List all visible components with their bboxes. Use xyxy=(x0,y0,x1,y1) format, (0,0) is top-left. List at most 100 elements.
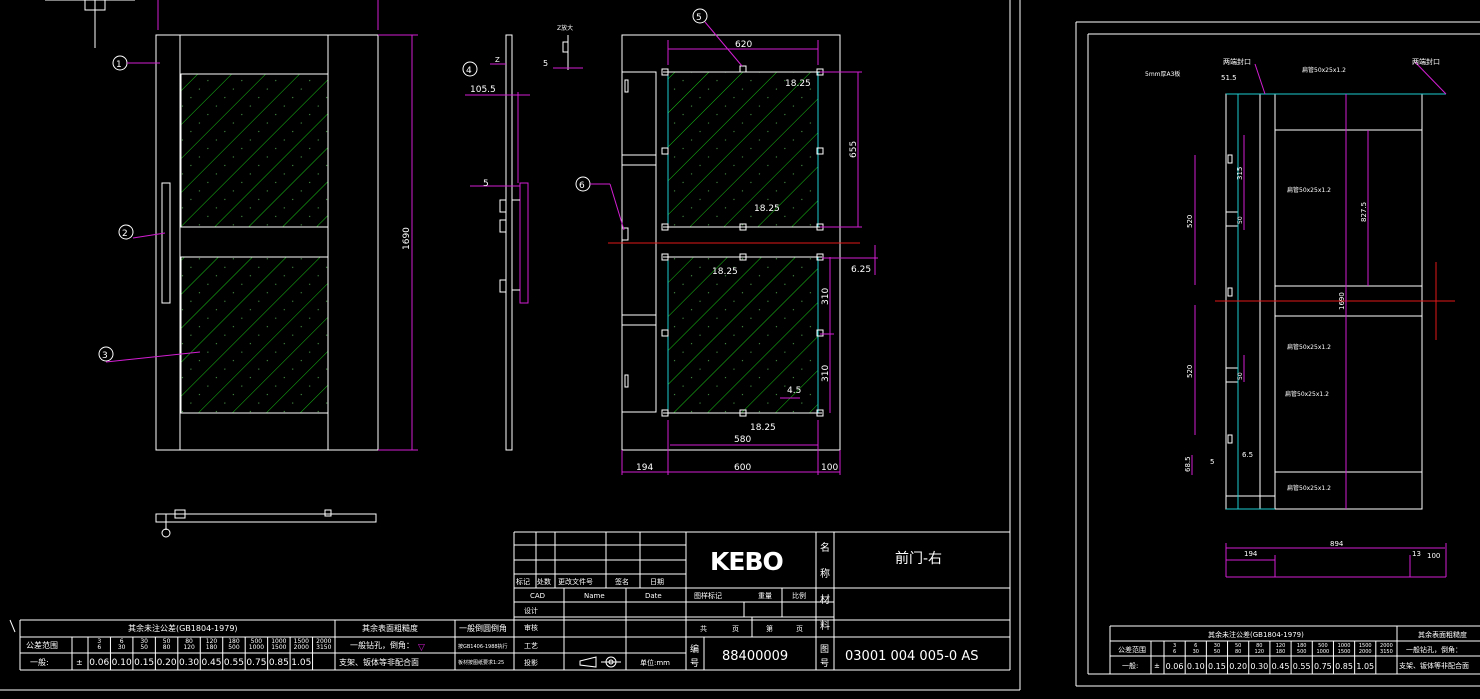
dim-620: 620 xyxy=(735,40,752,50)
tol-range-cell: 6 xyxy=(1173,649,1176,655)
tol-range-cell: 1000 xyxy=(249,644,264,651)
tol-value-cell: 0.45 xyxy=(201,658,221,668)
tb-code-label-2: 号 xyxy=(690,658,699,669)
right-drill-note: 一般钻孔，倒角： xyxy=(1406,645,1462,654)
right-dim-50-a: 50 xyxy=(1237,216,1244,224)
tol-range-cell: 30 xyxy=(1193,649,1199,655)
dim-580: 580 xyxy=(734,435,751,445)
dim-18-25-c: 18.25 xyxy=(712,267,738,277)
role-2: 工艺 xyxy=(524,642,538,650)
right-tube-label-2: 扁管50x25x1.2 xyxy=(1287,343,1331,351)
rev-header-0: 标记 xyxy=(516,577,530,586)
support-note: 支架、钣体等非配合面 xyxy=(339,657,419,667)
right-tube-label-1: 扁管50x25x1.2 xyxy=(1287,186,1331,194)
right-dim-315: 315 xyxy=(1236,167,1244,180)
right-top-label-0: 两端封口 xyxy=(1223,57,1251,66)
balloon-5-label: 5 xyxy=(696,13,702,23)
balloon-2: 2 xyxy=(118,224,166,240)
detail-z: Z放大 5 xyxy=(543,24,583,70)
tol-value-cell: 0.20 xyxy=(157,658,177,668)
burr-note: 按GB1406-1988执行 xyxy=(458,643,508,650)
plan-view-hinge xyxy=(155,509,377,538)
tol-range-cell: 120 xyxy=(183,644,195,651)
tol-pm: ± xyxy=(76,658,83,667)
dim-18-25-a: 18.25 xyxy=(785,79,811,89)
sheet-note: 板材按图纸要求1:25 xyxy=(458,659,504,666)
right-dim-51-5: 51.5 xyxy=(1221,74,1237,82)
dim-100: 100 xyxy=(821,463,838,473)
tol-range-cell: 3150 xyxy=(1380,649,1393,655)
tb-drawing-no-label-2: 号 xyxy=(820,658,829,669)
right-support-note: 支架、钣体等非配合面 xyxy=(1399,661,1469,670)
right-dim-5: 5 xyxy=(1210,458,1214,466)
tol-range-cell: 1500 xyxy=(1338,649,1351,655)
right-dims xyxy=(1191,61,1447,578)
company-logo: KEBO xyxy=(710,547,783,576)
tol-title: 其余未注公差(GB1804-1979) xyxy=(128,623,238,633)
dim-5-side: 5 xyxy=(483,179,489,189)
dim-310-b: 310 xyxy=(821,365,831,382)
tol-range-cell: 3150 xyxy=(316,644,331,651)
tb-unit: 单位:mm xyxy=(640,658,670,667)
tol-value-cell: 0.75 xyxy=(246,658,266,668)
left-sheet-frame xyxy=(0,0,1021,691)
tb-weight: 重量 xyxy=(758,592,772,600)
right-dim-520-a: 520 xyxy=(1186,215,1194,228)
tol-value-cell: 0.10 xyxy=(1187,662,1205,671)
tol-value-cell: 0.06 xyxy=(1166,662,1184,671)
surface-title: 其余表面粗糙度 xyxy=(362,623,418,633)
tb-sheet: 第 xyxy=(766,624,773,633)
tol-general-label: 一般: xyxy=(30,657,49,667)
tol-range-cell: 500 xyxy=(228,644,240,651)
part-name: 前门-右 xyxy=(895,550,942,567)
right-tolerance-columns: 360.066300.1030500.1550800.20801200.3012… xyxy=(1163,641,1393,674)
right-dim-100: 100 xyxy=(1427,552,1440,560)
tb-page-2: 页 xyxy=(796,625,803,633)
code-number: 88400009 xyxy=(722,649,788,664)
tol-value-cell: 0.55 xyxy=(1293,662,1311,671)
tol-range-cell: 80 xyxy=(1235,649,1241,655)
dim-600: 600 xyxy=(734,463,751,473)
cad-drawing-canvas[interactable]: 1690 1 2 3 105.5 5 Z 4 Z放大 5 620 18.25 6… xyxy=(0,0,1480,699)
frame-view: 620 18.25 655 18.25 18.25 6.25 310 310 4… xyxy=(608,34,878,475)
balloon-3-label: 3 xyxy=(102,351,108,361)
right-dim-520-b: 520 xyxy=(1186,365,1194,378)
dim-1690: 1690 xyxy=(402,227,412,250)
tol-value-cell: 0.45 xyxy=(1272,662,1290,671)
dim-18-25-d: 18.25 xyxy=(750,423,776,433)
right-dim-50-b: 50 xyxy=(1237,372,1244,380)
tol-value-cell: 0.10 xyxy=(112,658,132,668)
tol-range-cell: 2000 xyxy=(1359,649,1372,655)
drill-note: 一般钻孔，倒角： xyxy=(350,640,414,650)
tol-range-cell: 2000 xyxy=(294,644,309,651)
sign-header-1: Name xyxy=(584,592,605,600)
tol-value-cell: 1.05 xyxy=(291,658,311,668)
roughness-symbol-icon: ▽ xyxy=(418,643,425,653)
tb-drawing-no-label-1: 图 xyxy=(820,644,829,655)
balloon-6-label: 6 xyxy=(579,181,585,191)
rev-header-4: 日期 xyxy=(650,578,664,586)
right-sheet-frame xyxy=(1075,21,1480,687)
front-view-door: 1690 xyxy=(155,34,418,451)
tol-range-cell: 500 xyxy=(1297,649,1307,655)
side-view: 105.5 5 Z xyxy=(465,34,530,451)
role-3: 投影 xyxy=(524,658,538,667)
tol-value-cell: 0.06 xyxy=(89,658,109,668)
right-tube-label-4: 扁管50x25x1.2 xyxy=(1287,484,1331,492)
balloon-6: 6 xyxy=(575,176,625,231)
right-tube-label-0: 扁管50x25x1.2 xyxy=(1302,66,1346,74)
tol-value-cell: 0.85 xyxy=(269,658,289,668)
detail-z-dim: 5 xyxy=(543,59,548,68)
tol-range-cell: 120 xyxy=(1255,649,1265,655)
rev-header-3: 签名 xyxy=(615,577,629,586)
tol-range-cell: 30 xyxy=(118,644,126,651)
right-tol-title: 其余未注公差(GB1804-1979) xyxy=(1208,630,1304,639)
right-dim-894: 894 xyxy=(1330,540,1344,548)
drawing-number: 03001 004 005-0 AS xyxy=(845,649,979,664)
tol-range-label: 公差范围 xyxy=(26,640,58,650)
tol-value-cell: 1.05 xyxy=(1356,662,1374,671)
tb-total: 共 xyxy=(700,624,707,633)
right-tol-range-label: 公差范围 xyxy=(1118,645,1146,654)
dim-z: Z xyxy=(495,56,500,64)
tb-material-1: 材 xyxy=(820,593,830,606)
